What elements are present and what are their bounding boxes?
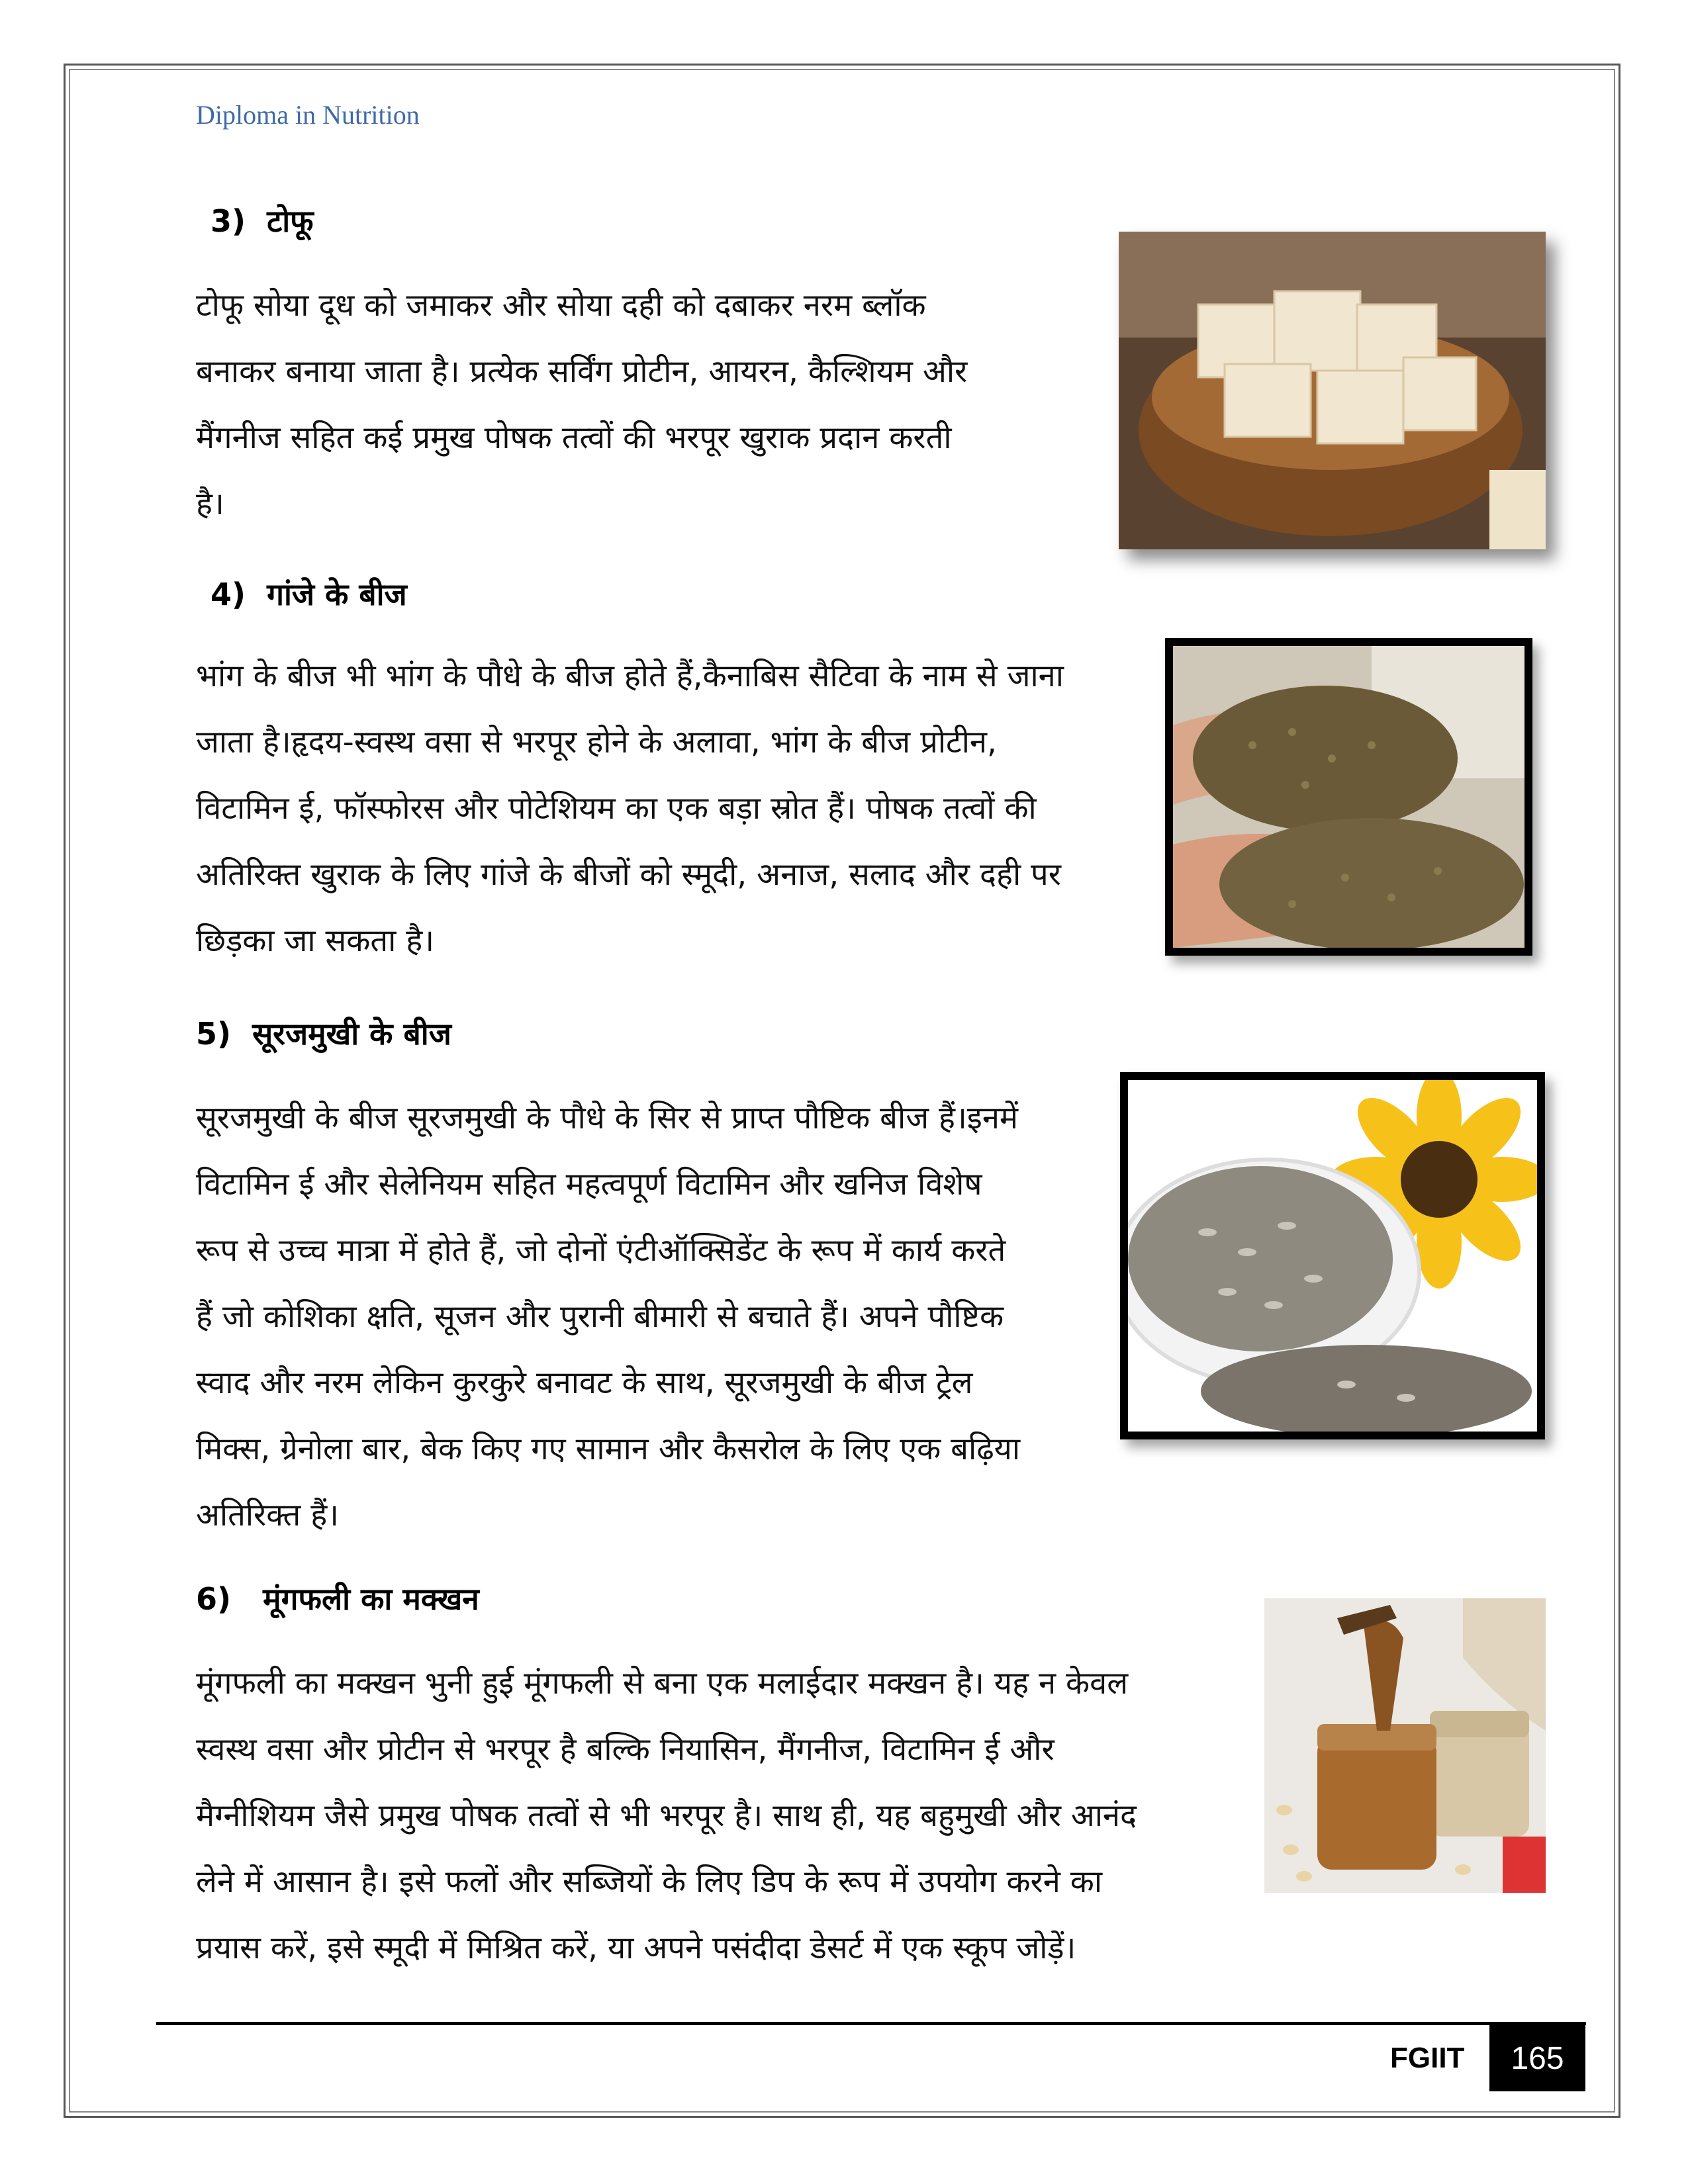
section-title: सूरजमुखी के बीज: [252, 1016, 451, 1052]
peanut-butter-photo: [1264, 1598, 1546, 1893]
section-heading-tofu: 3) टोफू: [211, 200, 314, 241]
paragraph-line: हैं जो कोशिका क्षति, सूजन और पुरानी बीमा…: [196, 1298, 1004, 1335]
paragraph-line: है।: [196, 486, 224, 522]
paragraph-line: अतिरिक्त खुराक के लिए गांजे के बीजों को …: [196, 856, 1061, 893]
paragraph-line: अतिरिक्त हैं।: [196, 1497, 339, 1533]
paragraph-line: सूरजमुखी के बीज सूरजमुखी के पौधे के सिर …: [196, 1100, 1019, 1136]
section-paragraph-hemp-seeds: भांग के बीज भी भांग के पौधे के बीज होते …: [196, 643, 1162, 974]
footer-label: FGIIT: [1390, 2042, 1465, 2074]
section-heading-sunflower-seeds: 5) सूरजमुखी के बीज: [196, 1013, 451, 1054]
section-number: 3): [211, 203, 246, 239]
section-number: 6): [196, 1581, 232, 1617]
section-paragraph-peanut-butter: मूंगफली का मक्खन भुनी हुई मूंगफली से बना…: [196, 1651, 1241, 1981]
paragraph-line: मैग्नीशियम जैसे प्रमुख पोषक तत्वों से भी…: [196, 1797, 1137, 1834]
paragraph-line: रूप से उच्च मात्रा में होते हैं, जो दोनो…: [196, 1232, 1006, 1269]
paragraph-line: छिड़का जा सकता है।: [196, 923, 435, 959]
sunflower-seeds-photo: [1120, 1072, 1545, 1439]
paragraph-line: बनाकर बनाया जाता है। प्रत्येक सर्विंग प्…: [196, 353, 968, 390]
paragraph-line: मिक्स, ग्रेनोला बार, बेक किए गए सामान और…: [196, 1431, 1021, 1467]
section-number: 5): [196, 1016, 232, 1052]
hemp-seeds-photo: [1165, 638, 1532, 956]
paragraph-line: मूंगफली का मक्खन भुनी हुई मूंगफली से बना…: [196, 1665, 1129, 1702]
section-paragraph-tofu: टोफू सोया दूध को जमाकर और सोया दही को दब…: [196, 273, 1063, 537]
paragraph-line: लेने में आसान है। इसे फलों और सब्जियों क…: [196, 1864, 1103, 1900]
paragraph-line: टोफू सोया दूध को जमाकर और सोया दही को दब…: [196, 287, 926, 324]
tofu-photo: [1119, 232, 1546, 549]
section-heading-peanut-butter: 6) मूंगफली का मक्खन: [196, 1578, 479, 1619]
paragraph-line: स्वस्थ वसा और प्रोटीन से भरपूर है बल्कि …: [196, 1731, 1055, 1768]
paragraph-line: विटामिन ई, फॉस्फोरस और पोटेशियम का एक बड…: [196, 790, 1037, 827]
paragraph-line: प्रयास करें, इसे स्मूदी में मिश्रित करें…: [196, 1930, 1076, 1966]
section-title: गांजे के बीज: [267, 576, 407, 612]
paragraph-line: जाता है।हृदय-स्वस्थ वसा से भरपूर होने के…: [196, 724, 997, 760]
paragraph-line: भांग के बीज भी भांग के पौधे के बीज होते …: [196, 658, 1064, 694]
section-title: मूंगफली का मक्खन: [263, 1581, 479, 1617]
section-title: टोफू: [267, 203, 314, 239]
paragraph-line: विटामिन ई और सेलेनियम सहित महत्वपूर्ण वि…: [196, 1166, 982, 1203]
paragraph-line: स्वाद और नरम लेकिन कुरकुरे बनावट के साथ,…: [196, 1365, 973, 1401]
paragraph-line: मैंगनीज सहित कई प्रमुख पोषक तत्वों की भर…: [196, 420, 952, 456]
section-paragraph-sunflower-seeds: सूरजमुखी के बीज सूरजमुखी के पौधे के सिर …: [196, 1085, 1117, 1549]
page-number: 165: [1489, 2025, 1585, 2091]
footer-rule: [156, 2022, 1586, 2025]
section-number: 4): [211, 576, 246, 612]
section-heading-hemp-seeds: 4) गांजे के बीज: [211, 573, 407, 614]
running-head: Diploma in Nutrition: [196, 100, 420, 130]
